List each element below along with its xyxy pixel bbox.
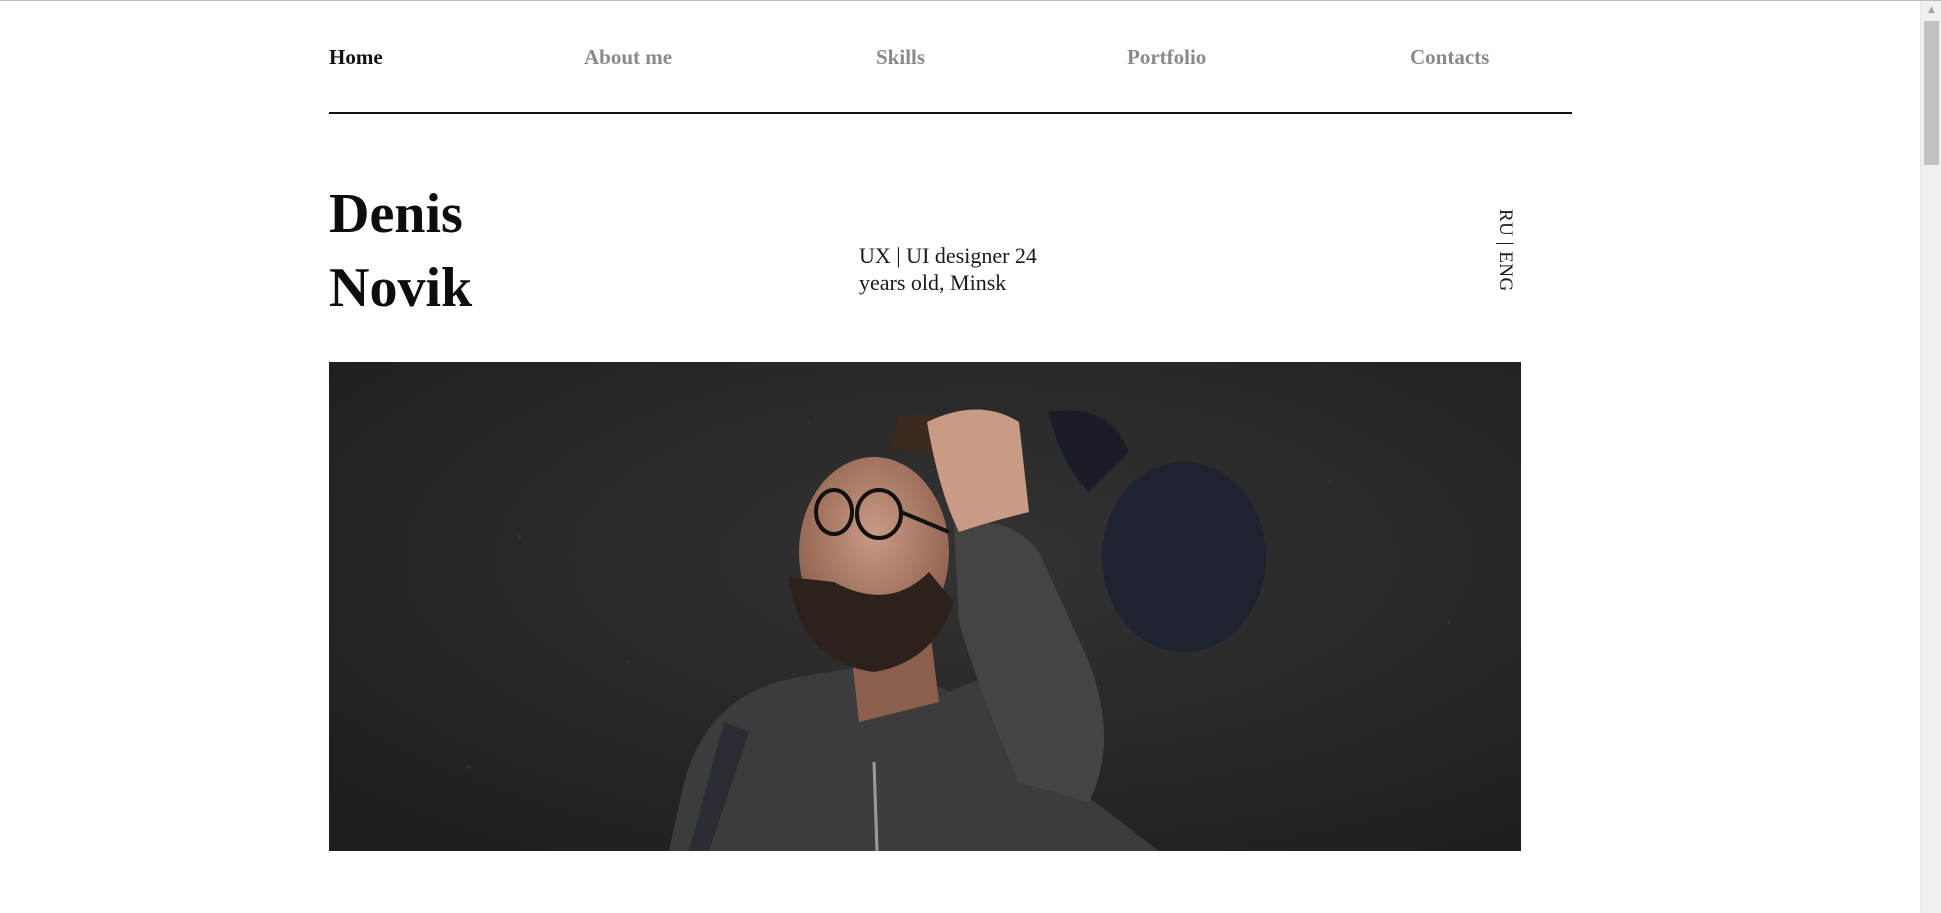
scrollbar-thumb[interactable] xyxy=(1924,21,1939,165)
main-nav: Home About me Skills Portfolio Contacts xyxy=(329,45,1572,75)
nav-item-home[interactable]: Home xyxy=(329,45,383,70)
first-name: Denis xyxy=(329,183,463,245)
tagline-line-2: years old, Minsk xyxy=(859,270,1007,295)
language-switch[interactable]: RU | ENG xyxy=(1494,209,1516,292)
nav-item-portfolio[interactable]: Portfolio xyxy=(1127,45,1206,70)
vertical-scrollbar[interactable]: ▲ xyxy=(1920,1,1941,913)
hero-photo xyxy=(329,362,1521,851)
nav-item-about-me[interactable]: About me xyxy=(584,45,672,70)
nav-item-contacts[interactable]: Contacts xyxy=(1410,45,1489,70)
page-title: Denis Novik xyxy=(329,177,472,325)
tagline: UX | UI designer 24 years old, Minsk xyxy=(859,242,1069,296)
nav-divider xyxy=(329,112,1572,114)
scroll-up-arrow-icon[interactable]: ▲ xyxy=(1921,1,1941,18)
last-name: Novik xyxy=(329,257,473,319)
nav-item-skills[interactable]: Skills xyxy=(876,45,925,70)
page: Home About me Skills Portfolio Contacts … xyxy=(0,0,1941,913)
tagline-line-1: UX | UI designer 24 xyxy=(859,243,1037,268)
